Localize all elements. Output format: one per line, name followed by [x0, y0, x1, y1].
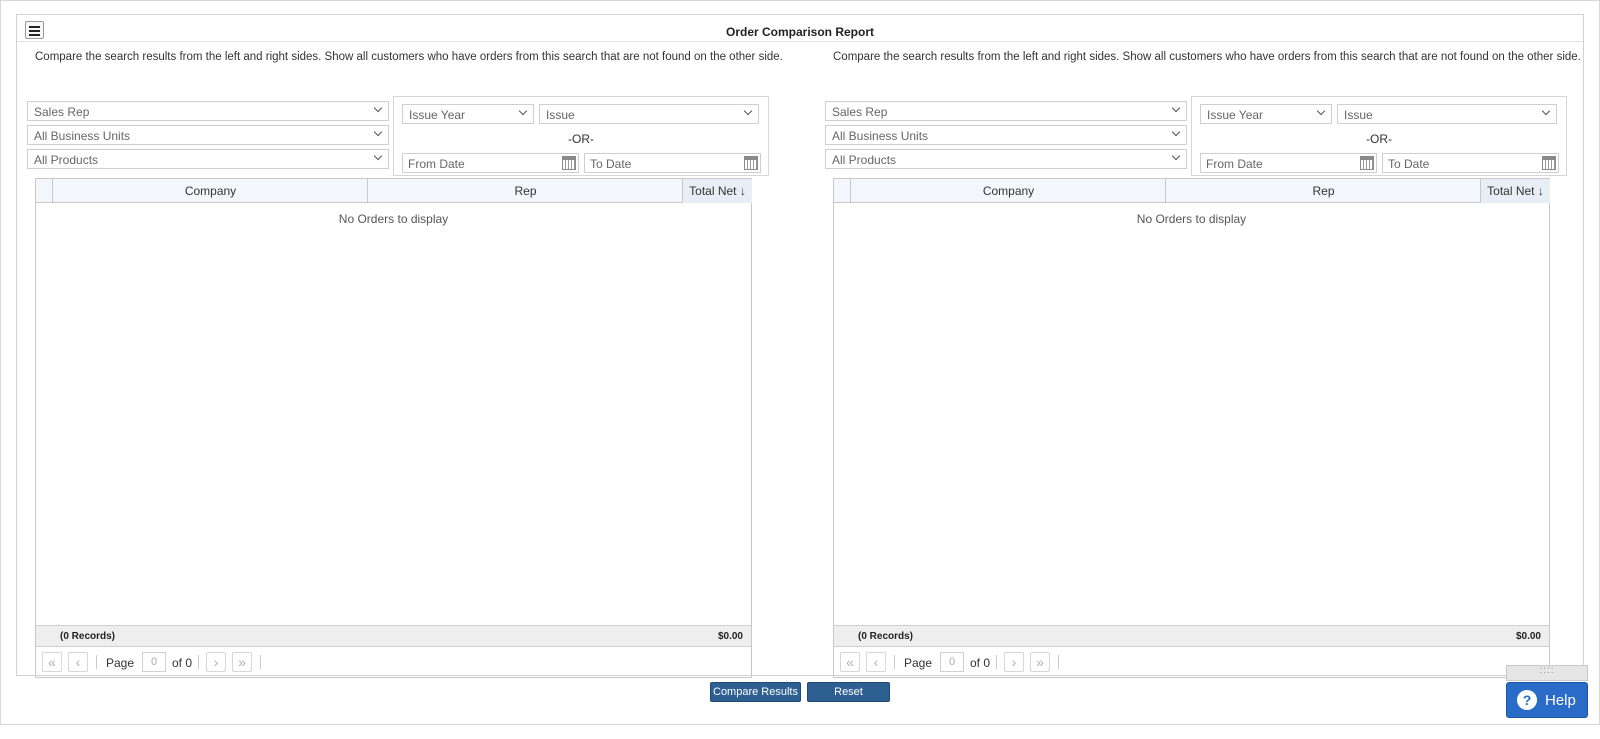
or-separator: -OR-: [1366, 132, 1392, 146]
sales-rep-value: Sales Rep: [34, 105, 90, 119]
sales-rep-value: Sales Rep: [832, 105, 888, 119]
products-select[interactable]: All Products: [825, 149, 1187, 169]
sales-rep-select[interactable]: Sales Rep: [825, 101, 1187, 121]
to-date-placeholder: To Date: [590, 157, 632, 171]
help-button[interactable]: ? Help: [1506, 682, 1588, 718]
chevron-down-icon: [744, 108, 752, 116]
panel-description: Compare the search results from the left…: [35, 51, 783, 63]
question-icon: ?: [1517, 690, 1537, 710]
from-date-placeholder: From Date: [408, 157, 465, 171]
column-company[interactable]: Company: [850, 179, 1166, 203]
grid-footer: (0 Records) $0.00: [834, 625, 1549, 646]
issue-select[interactable]: Issue: [539, 104, 759, 124]
total-net-sum: $0.00: [717, 631, 743, 642]
chevron-down-icon: [519, 108, 527, 116]
pager-divider: [198, 655, 199, 669]
column-rep[interactable]: Rep: [367, 179, 683, 203]
from-date-placeholder: From Date: [1206, 157, 1263, 171]
column-company[interactable]: Company: [52, 179, 368, 203]
to-date-input[interactable]: To Date: [584, 153, 761, 173]
page-count: of 0: [172, 656, 193, 670]
page-title: Order Comparison Report: [725, 25, 875, 39]
pager: « ‹ Page 0 of 0 › »: [36, 646, 751, 678]
grid-header: Company Rep Total Net ↓: [36, 179, 752, 203]
right-search-panel: Compare the search results from the left…: [825, 43, 1585, 678]
first-page-icon[interactable]: «: [840, 652, 860, 672]
pager-divider: [996, 655, 997, 669]
record-count: (0 Records): [858, 631, 914, 642]
drag-handle-icon[interactable]: [1506, 665, 1588, 681]
pager-divider: [1058, 655, 1059, 669]
sales-rep-select[interactable]: Sales Rep: [27, 101, 389, 121]
prev-page-icon[interactable]: ‹: [866, 652, 886, 672]
or-separator: -OR-: [568, 132, 594, 146]
chevron-down-icon: [1317, 108, 1325, 116]
first-page-icon[interactable]: «: [42, 652, 62, 672]
issue-value: Issue: [1344, 108, 1373, 122]
last-page-icon[interactable]: »: [232, 652, 252, 672]
to-date-input[interactable]: To Date: [1382, 153, 1559, 173]
chevron-down-icon: [1172, 153, 1180, 161]
left-search-panel: Compare the search results from the left…: [27, 43, 787, 678]
page-number-input[interactable]: 0: [142, 652, 166, 672]
next-page-icon[interactable]: ›: [206, 652, 226, 672]
business-units-value: All Business Units: [832, 129, 929, 143]
date-filter-box: Issue Year Issue -OR- From Date To Date: [1191, 96, 1567, 176]
report-container: Order Comparison Report Compare the sear…: [16, 14, 1585, 678]
to-date-placeholder: To Date: [1388, 157, 1430, 171]
issue-year-select[interactable]: Issue Year: [402, 104, 534, 124]
pager-divider: [260, 655, 261, 669]
record-count: (0 Records): [60, 631, 116, 642]
from-date-input[interactable]: From Date: [1200, 153, 1377, 173]
reset-button[interactable]: Reset: [807, 682, 890, 702]
orders-grid: Company Rep Total Net ↓ No Orders to dis…: [833, 178, 1550, 678]
chevron-down-icon: [1542, 108, 1550, 116]
panel-description: Compare the search results from the left…: [833, 51, 1581, 63]
products-value: All Products: [832, 153, 897, 167]
grid-header: Company Rep Total Net ↓: [834, 179, 1550, 203]
column-total-net[interactable]: Total Net ↓: [1480, 179, 1550, 203]
grid-footer: (0 Records) $0.00: [36, 625, 751, 646]
products-select[interactable]: All Products: [27, 149, 389, 169]
compare-results-button[interactable]: Compare Results: [710, 682, 801, 702]
chevron-down-icon: [374, 153, 382, 161]
issue-select[interactable]: Issue: [1337, 104, 1557, 124]
prev-page-icon[interactable]: ‹: [68, 652, 88, 672]
calendar-icon[interactable]: [1542, 156, 1556, 170]
page-number-input[interactable]: 0: [940, 652, 964, 672]
calendar-icon[interactable]: [744, 156, 758, 170]
next-page-icon[interactable]: ›: [1004, 652, 1024, 672]
last-page-icon[interactable]: »: [1030, 652, 1050, 672]
page-label: Page: [106, 656, 135, 670]
issue-value: Issue: [546, 108, 575, 122]
calendar-icon[interactable]: [562, 156, 576, 170]
pager-divider: [894, 655, 895, 669]
business-units-value: All Business Units: [34, 129, 131, 143]
column-total-net[interactable]: Total Net ↓: [682, 179, 752, 203]
pager: « ‹ Page 0 of 0 › »: [834, 646, 1549, 678]
issue-year-value: Issue Year: [1207, 108, 1264, 122]
column-rep[interactable]: Rep: [1165, 179, 1481, 203]
help-label: Help: [1545, 692, 1576, 709]
total-net-sum: $0.00: [1515, 631, 1541, 642]
chevron-down-icon: [1172, 129, 1180, 137]
calendar-icon[interactable]: [1360, 156, 1374, 170]
chevron-down-icon: [1172, 105, 1180, 113]
pager-divider: [96, 655, 97, 669]
orders-grid: Company Rep Total Net ↓ No Orders to dis…: [35, 178, 752, 678]
chevron-down-icon: [374, 105, 382, 113]
issue-year-value: Issue Year: [409, 108, 466, 122]
issue-year-select[interactable]: Issue Year: [1200, 104, 1332, 124]
empty-message: No Orders to display: [338, 212, 449, 226]
from-date-input[interactable]: From Date: [402, 153, 579, 173]
products-value: All Products: [34, 153, 99, 167]
chevron-down-icon: [374, 129, 382, 137]
page-label: Page: [904, 656, 933, 670]
business-units-select[interactable]: All Business Units: [27, 125, 389, 145]
empty-message: No Orders to display: [1136, 212, 1247, 226]
date-filter-box: Issue Year Issue -OR- From Date To Date: [393, 96, 769, 176]
business-units-select[interactable]: All Business Units: [825, 125, 1187, 145]
title-bar: Order Comparison Report: [17, 15, 1583, 42]
page-count: of 0: [970, 656, 991, 670]
